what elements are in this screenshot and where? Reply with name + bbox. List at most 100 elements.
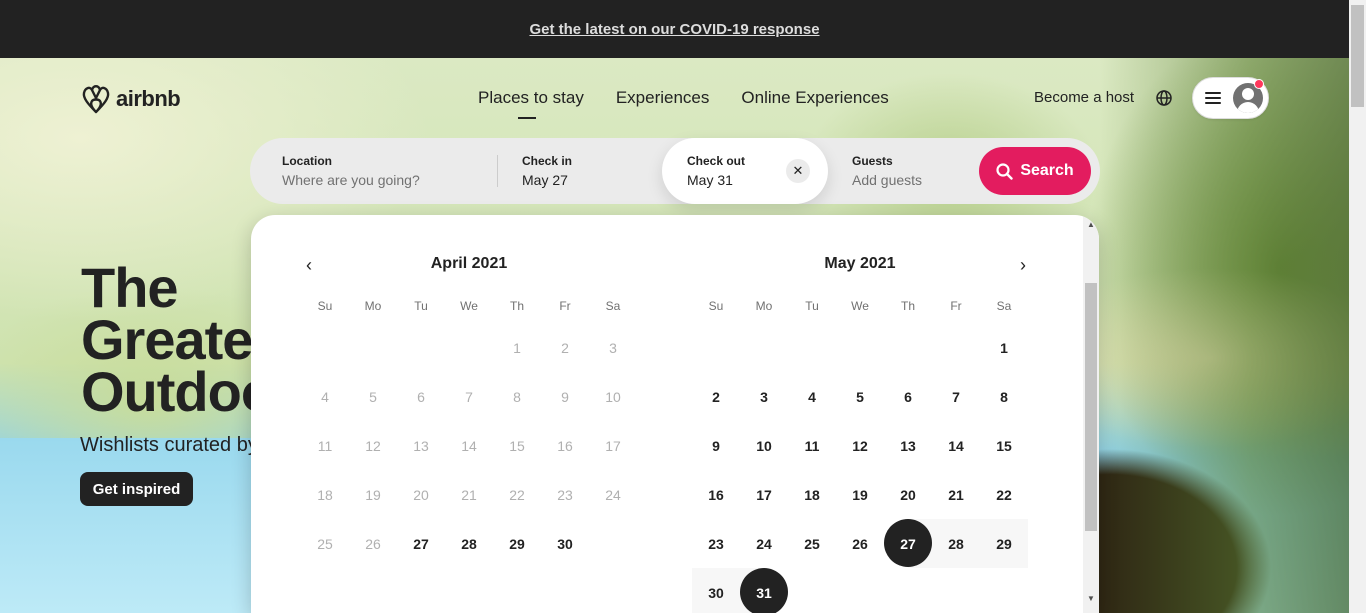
calendar-day[interactable]: 7 bbox=[932, 372, 980, 421]
day-blank bbox=[932, 323, 980, 372]
day-number: 25 bbox=[317, 535, 333, 552]
weekday-label: Mo bbox=[755, 299, 773, 313]
calendar-day[interactable]: 10 bbox=[740, 421, 788, 470]
calendar-day: 17 bbox=[589, 421, 637, 470]
guests-field[interactable]: Guests Add guests bbox=[852, 138, 972, 204]
calendar-day[interactable]: 12 bbox=[836, 421, 884, 470]
calendar-day[interactable]: 4 bbox=[788, 372, 836, 421]
day-number: 10 bbox=[756, 437, 772, 454]
notification-dot bbox=[1254, 79, 1264, 89]
day-number: 25 bbox=[804, 535, 820, 552]
date-picker: ‹ › April 2021 Su Mo Tu We Th Fr Sa 1234… bbox=[251, 215, 1099, 613]
nav-experiences[interactable]: Experiences bbox=[616, 88, 710, 116]
day-number: 16 bbox=[708, 486, 724, 503]
become-host-link[interactable]: Become a host bbox=[1034, 89, 1134, 106]
day-number: 19 bbox=[852, 486, 868, 503]
calendar-day[interactable]: 15 bbox=[980, 421, 1028, 470]
nav-places-to-stay[interactable]: Places to stay bbox=[478, 88, 584, 119]
calendar-day: 8 bbox=[493, 372, 541, 421]
calendar-day: 9 bbox=[541, 372, 589, 421]
search-button[interactable]: Search bbox=[979, 147, 1091, 195]
calendar-day[interactable]: 28 bbox=[445, 519, 493, 568]
calendar-day[interactable]: 29 bbox=[980, 519, 1028, 568]
day-number: 6 bbox=[904, 388, 912, 405]
weekday-label: Th bbox=[509, 299, 524, 313]
calendar-day[interactable]: 2 bbox=[692, 372, 740, 421]
calendar-day[interactable]: 27 bbox=[884, 519, 932, 568]
covid-banner: Get the latest on our COVID-19 response bbox=[0, 0, 1349, 58]
calendar-day[interactable]: 3 bbox=[740, 372, 788, 421]
day-blank bbox=[884, 323, 932, 372]
hero-subtitle: Wishlists curated by bbox=[80, 434, 258, 456]
calendar-day[interactable]: 8 bbox=[980, 372, 1028, 421]
calendar-day: 19 bbox=[349, 470, 397, 519]
day-number: 17 bbox=[605, 437, 621, 454]
calendar-day[interactable]: 27 bbox=[397, 519, 445, 568]
calendar-day[interactable]: 1 bbox=[980, 323, 1028, 372]
calendar-day[interactable]: 13 bbox=[884, 421, 932, 470]
get-inspired-button[interactable]: Get inspired bbox=[80, 472, 193, 506]
calendar-day[interactable]: 20 bbox=[884, 470, 932, 519]
nav-online-experiences[interactable]: Online Experiences bbox=[741, 88, 888, 116]
calendar-day[interactable]: 11 bbox=[788, 421, 836, 470]
calendar-day[interactable]: 19 bbox=[836, 470, 884, 519]
checkin-value: May 27 bbox=[522, 172, 568, 188]
scroll-down-icon[interactable]: ▼ bbox=[1087, 594, 1095, 603]
calendar-day[interactable]: 6 bbox=[884, 372, 932, 421]
day-number: 17 bbox=[756, 486, 772, 503]
weekday-label: Tu bbox=[414, 299, 428, 313]
airbnb-logo[interactable]: airbnb bbox=[80, 82, 181, 116]
day-number: 8 bbox=[1000, 388, 1008, 405]
calendar-day[interactable]: 31 bbox=[740, 568, 788, 613]
weekday-label: Fr bbox=[950, 299, 962, 313]
day-number: 3 bbox=[609, 339, 617, 356]
calendar-scrollbar[interactable]: ▲ ▼ bbox=[1083, 215, 1099, 613]
location-input[interactable]: Where are you going? bbox=[282, 172, 502, 188]
day-number: 29 bbox=[996, 535, 1012, 552]
scroll-up-icon[interactable]: ▲ bbox=[1087, 220, 1095, 229]
calendar-day[interactable]: 22 bbox=[980, 470, 1028, 519]
page-scrollbar[interactable] bbox=[1349, 0, 1366, 613]
day-blank bbox=[301, 323, 349, 372]
calendar-day[interactable]: 23 bbox=[692, 519, 740, 568]
calendar-day[interactable]: 21 bbox=[932, 470, 980, 519]
calendar-day[interactable]: 29 bbox=[493, 519, 541, 568]
calendar-day[interactable]: 5 bbox=[836, 372, 884, 421]
calendar-day[interactable]: 18 bbox=[788, 470, 836, 519]
calendar-day[interactable]: 25 bbox=[788, 519, 836, 568]
clear-dates-icon[interactable]: ✕ bbox=[786, 159, 810, 183]
day-number: 28 bbox=[948, 535, 964, 552]
calendar-day[interactable]: 30 bbox=[692, 568, 740, 613]
calendar-day[interactable]: 28 bbox=[932, 519, 980, 568]
globe-icon[interactable] bbox=[1154, 88, 1174, 108]
day-number: 21 bbox=[461, 486, 477, 503]
calendar-day[interactable]: 26 bbox=[836, 519, 884, 568]
scroll-thumb[interactable] bbox=[1085, 283, 1097, 531]
calendar-day: 20 bbox=[397, 470, 445, 519]
checkin-field[interactable]: Check in May 27 bbox=[522, 138, 662, 204]
hero-water bbox=[0, 438, 260, 613]
calendar-day[interactable]: 14 bbox=[932, 421, 980, 470]
day-number: 21 bbox=[948, 486, 964, 503]
page-scroll-thumb[interactable] bbox=[1351, 5, 1364, 107]
weekday-label: We bbox=[851, 299, 869, 313]
day-number: 4 bbox=[808, 388, 816, 405]
calendar-day[interactable]: 17 bbox=[740, 470, 788, 519]
location-field[interactable]: Location Where are you going? bbox=[282, 138, 502, 204]
calendar-day[interactable]: 9 bbox=[692, 421, 740, 470]
day-number: 1 bbox=[1000, 339, 1008, 356]
checkout-field[interactable]: Check out May 31 ✕ bbox=[662, 138, 828, 204]
weekday-label: Su bbox=[317, 299, 333, 313]
day-number: 31 bbox=[756, 584, 772, 601]
day-blank bbox=[397, 323, 445, 372]
calendar-day[interactable]: 30 bbox=[541, 519, 589, 568]
calendar-day[interactable]: 24 bbox=[740, 519, 788, 568]
day-number: 3 bbox=[760, 388, 768, 405]
calendar-day: 26 bbox=[349, 519, 397, 568]
calendar-day: 5 bbox=[349, 372, 397, 421]
day-number: 27 bbox=[900, 535, 916, 552]
calendar-day[interactable]: 16 bbox=[692, 470, 740, 519]
day-number: 18 bbox=[317, 486, 333, 503]
day-number: 12 bbox=[852, 437, 868, 454]
covid-banner-link[interactable]: Get the latest on our COVID-19 response bbox=[529, 21, 819, 38]
